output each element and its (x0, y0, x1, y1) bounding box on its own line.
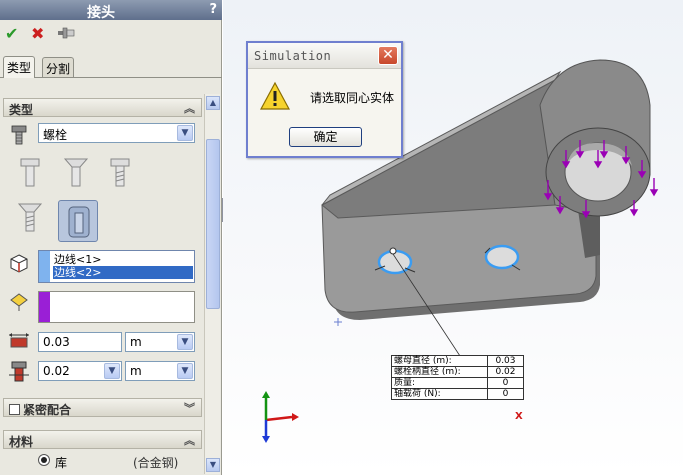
unit-value: m (130, 335, 142, 349)
expand-down-icon[interactable]: ︾ (184, 400, 195, 416)
chevron-down-icon[interactable]: ▼ (177, 334, 193, 350)
property-label: 螺栓柄直径 (m): (391, 366, 488, 378)
scroll-thumb[interactable] (206, 139, 220, 309)
section-material-header[interactable]: 材料 ︽ (3, 430, 202, 449)
dialog-message: 请选取同心实体 (310, 91, 395, 105)
ok-checkmark-icon[interactable]: ✔ (5, 24, 18, 43)
dialog-title: Simulation (254, 49, 332, 63)
face-selection-list[interactable] (38, 291, 195, 323)
hole-edge-2[interactable] (484, 244, 520, 270)
chevron-down-icon[interactable]: ▼ (177, 363, 193, 379)
connector-properties-table: 螺母直径 (m): 0.03 螺栓柄直径 (m): 0.02 质量: 0 轴载荷 (N): 0 (391, 355, 524, 400)
table-row: 螺栓柄直径 (m): 0.02 (391, 366, 524, 378)
warning-icon (259, 81, 291, 110)
panel-title: 接头 (87, 5, 115, 21)
dialog-title-bar[interactable]: Simulation ✕ (248, 43, 401, 69)
section-type-header[interactable]: 类型 ︽ (3, 98, 202, 117)
head-diameter-unit-select[interactable]: m ▼ (125, 332, 195, 352)
simulation-dialog: Simulation ✕ 请选取同心实体 确定 (246, 41, 403, 158)
property-value: 0 (487, 377, 524, 389)
collapse-up-icon[interactable]: ︽ (184, 432, 195, 448)
ok-button[interactable]: 确定 (289, 127, 362, 147)
countersunk-threaded-icon[interactable] (14, 200, 46, 236)
section-tight-fit-label: 紧密配合 (23, 403, 72, 417)
head-diameter-icon (9, 333, 29, 348)
list-item[interactable]: 边线<1> (53, 253, 193, 266)
cancel-x-icon[interactable]: ✖ (31, 24, 44, 43)
fastener-type-value: 螺栓 (43, 128, 68, 142)
tab-split[interactable]: 分割 (42, 57, 75, 78)
shank-diameter-icon (9, 361, 29, 382)
library-radio[interactable] (38, 454, 50, 466)
list-item-selected[interactable]: 边线<2> (53, 266, 193, 279)
pushpin-icon[interactable] (56, 26, 76, 40)
section-material-label: 材料 (9, 435, 34, 449)
blind-bolt-icon[interactable] (58, 200, 98, 242)
collapse-up-icon[interactable]: ︽ (184, 100, 195, 116)
shank-diameter-unit-select[interactable]: m ▼ (125, 361, 195, 381)
hole-edge-1[interactable] (377, 249, 413, 275)
help-icon[interactable]: ? (209, 2, 217, 17)
library-label: 库 (55, 456, 68, 470)
face-color-swatch (39, 292, 50, 322)
table-row: 质量: 0 (391, 377, 524, 389)
head-diameter-input[interactable]: 0.03 (38, 332, 122, 352)
property-value: 0.02 (487, 366, 524, 378)
property-label: 螺母直径 (m): (391, 355, 488, 367)
unit-value: m (130, 364, 142, 378)
axis-x-label: X (515, 411, 523, 422)
fastener-type-select[interactable]: 螺栓 ▼ (38, 123, 195, 143)
reference-triad-icon (262, 391, 299, 443)
property-label: 轴载荷 (N): (391, 388, 488, 400)
section-tight-fit-header[interactable]: 紧密配合 ︾ (3, 398, 202, 417)
panel-scrollbar[interactable]: ▲ ▼ (204, 94, 220, 474)
property-label: 质量: (391, 377, 488, 389)
scroll-up-icon[interactable]: ▲ (206, 96, 220, 110)
property-value: 0.03 (487, 355, 524, 367)
edge-selection-list[interactable]: 边线<1> 边线<2> (38, 250, 195, 283)
shank-diameter-value: 0.02 (43, 364, 70, 378)
bolt-type-icon (11, 125, 27, 145)
material-value: (合金钢) (133, 456, 179, 470)
origin-plus-icon (334, 318, 342, 326)
table-row: 螺母直径 (m): 0.03 (391, 355, 524, 367)
face-select-icon (10, 293, 28, 311)
scroll-down-icon[interactable]: ▼ (206, 458, 220, 472)
hex-head-bolt-icon[interactable] (14, 155, 46, 191)
close-icon[interactable]: ✕ (378, 46, 398, 65)
property-manager-panel: 接头 ? ✔ ✖ 类型 分割 类型 ︽ 螺栓 ▼ 边线<1> 边线<2> 0.0… (0, 0, 222, 475)
tight-fit-checkbox[interactable] (9, 404, 20, 415)
panel-title-bar: 接头 ? (0, 0, 222, 21)
cube-edge-icon (10, 254, 28, 273)
bolt-marker-icon (389, 247, 397, 255)
threaded-bolt-icon[interactable] (104, 155, 136, 191)
chevron-down-icon[interactable]: ▼ (177, 125, 193, 141)
table-row: 轴载荷 (N): 0 (391, 388, 524, 400)
countersunk-bolt-icon[interactable] (60, 155, 92, 191)
section-type-label: 类型 (9, 103, 34, 117)
property-value: 0 (487, 388, 524, 400)
tab-type[interactable]: 类型 (3, 56, 36, 78)
edge-color-swatch (39, 251, 50, 282)
shank-diameter-select[interactable]: 0.02 ▼ (38, 361, 122, 381)
chevron-down-icon[interactable]: ▼ (104, 363, 120, 379)
